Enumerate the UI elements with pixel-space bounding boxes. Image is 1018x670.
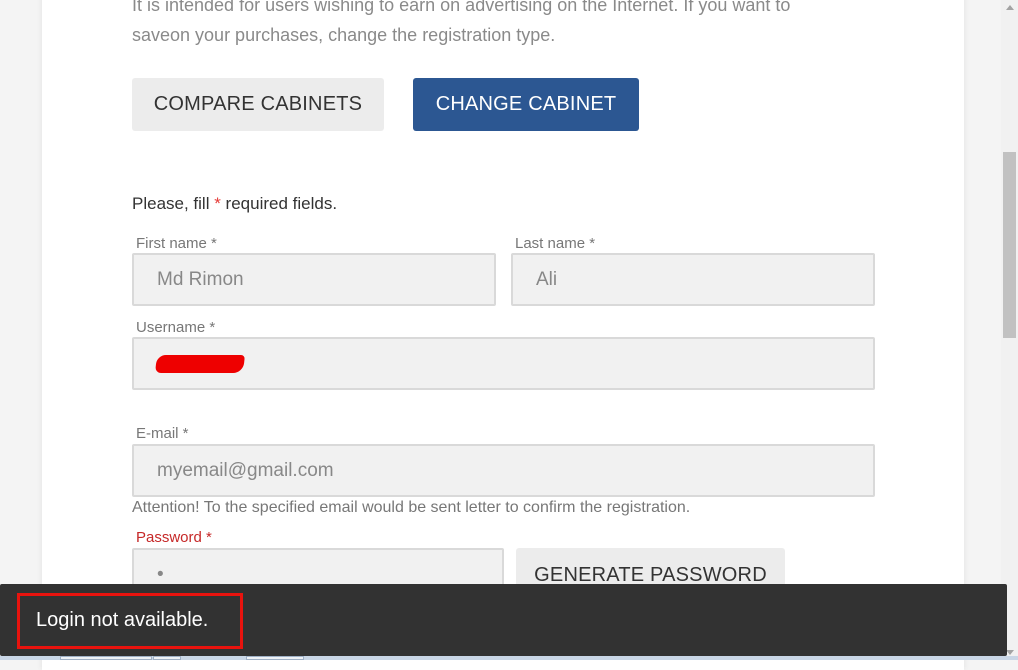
scroll-up-icon[interactable] — [1006, 5, 1014, 10]
first-name-field[interactable]: Md Rimon — [132, 253, 496, 306]
redaction-mark — [155, 355, 245, 373]
last-name-label: Last name * — [515, 235, 596, 252]
taskbar-tab[interactable] — [153, 656, 181, 660]
last-name-field[interactable]: Ali — [511, 253, 875, 306]
first-name-label: First name * — [136, 235, 217, 252]
email-label: E-mail * — [136, 425, 189, 442]
taskbar-tab[interactable] — [246, 656, 304, 660]
intro-text: It is intended for users wishing to earn… — [132, 0, 892, 50]
required-star: * — [214, 194, 221, 213]
intro-line-2: saveon your purchases, change the regist… — [132, 25, 556, 45]
intro-line-1: It is intended for users wishing to earn… — [132, 0, 791, 15]
page-scrollbar[interactable] — [1001, 0, 1018, 660]
scroll-down-icon[interactable] — [1006, 650, 1014, 655]
scrollbar-thumb[interactable] — [1003, 152, 1016, 338]
compare-cabinets-button[interactable]: COMPARE CABINETS — [132, 78, 384, 131]
change-cabinet-button[interactable]: CHANGE CABINET — [413, 78, 639, 131]
taskbar-tab[interactable] — [60, 656, 152, 660]
password-label: Password * — [136, 529, 212, 546]
username-label: Username * — [136, 319, 216, 336]
email-attention-note: Attention! To the specified email would … — [132, 499, 691, 516]
required-note-prefix: Please, fill — [132, 194, 215, 213]
toast-message: Login not available. — [36, 609, 209, 631]
username-field[interactable] — [132, 337, 875, 390]
toast-notification: Login not available. — [0, 584, 1007, 656]
required-note-suffix: required fields. — [220, 194, 338, 213]
email-field[interactable]: myemail@gmail.com — [132, 444, 875, 497]
required-fields-note: Please, fill * required fields. — [132, 194, 337, 214]
